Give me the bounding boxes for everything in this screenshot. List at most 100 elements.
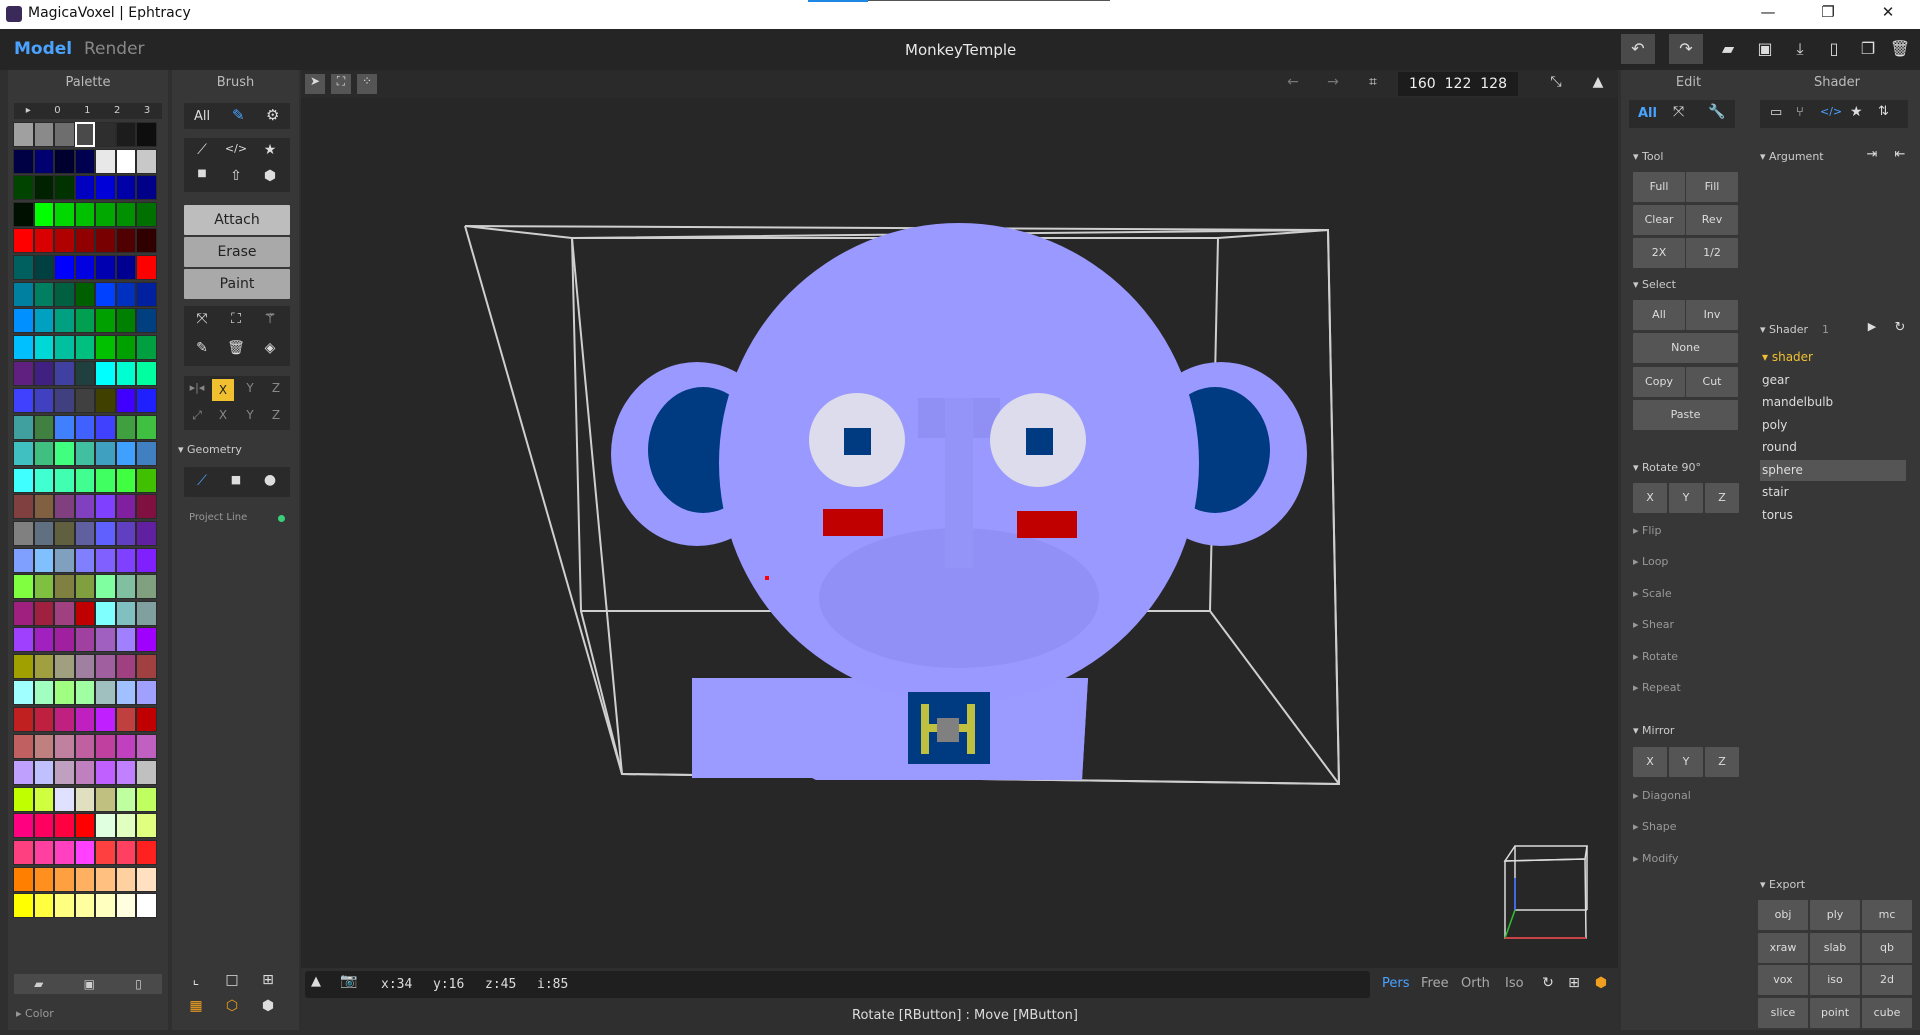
mirror-z-button[interactable]: Z — [1705, 747, 1739, 777]
palette-swatch[interactable] — [13, 893, 34, 919]
cursor-icon[interactable]: ➤ — [305, 74, 325, 94]
undo-button[interactable]: ↶ — [1621, 34, 1655, 64]
palette-swatch[interactable] — [13, 254, 34, 280]
scale-axis-icon[interactable]: ⤢ — [186, 408, 208, 423]
palette-swatch[interactable] — [33, 441, 54, 467]
line-brush-icon[interactable]: ⟋ — [190, 142, 214, 158]
palette-swatch[interactable] — [54, 733, 75, 759]
palette-swatch[interactable] — [33, 866, 54, 892]
cube-view-icon[interactable]: ⬢ — [1591, 975, 1611, 991]
shader-count[interactable]: 1 — [1822, 323, 1829, 336]
palette-swatch[interactable] — [136, 813, 157, 839]
shader-section-toggle[interactable]: ▾ Shader — [1760, 323, 1808, 336]
palette-swatch[interactable] — [74, 334, 95, 360]
open-folder-icon[interactable]: ▰ — [1711, 34, 1745, 64]
palette-swatch[interactable] — [33, 840, 54, 866]
palette-swatch[interactable] — [95, 201, 116, 227]
view-orth-button[interactable]: Orth — [1461, 976, 1490, 991]
shader-reset-icon[interactable]: ↻ — [1890, 320, 1910, 335]
palette-swatch[interactable] — [136, 707, 157, 733]
palette-swatch[interactable] — [33, 893, 54, 919]
palette-swatch[interactable] — [54, 547, 75, 573]
palette-swatch[interactable] — [95, 467, 116, 493]
palette-swatch[interactable] — [115, 334, 136, 360]
palette-swatch[interactable] — [54, 148, 75, 174]
palette-swatch[interactable] — [54, 441, 75, 467]
tool-rev-button[interactable]: Rev — [1686, 205, 1738, 235]
palette-swatch[interactable] — [95, 387, 116, 413]
shape-section-toggle[interactable]: ▸ Shape — [1633, 820, 1676, 833]
argument-export-icon[interactable]: ⇤ — [1890, 147, 1910, 162]
palette-swatch[interactable] — [74, 175, 95, 201]
palette-swatch[interactable] — [13, 387, 34, 413]
palette-swatch[interactable] — [136, 414, 157, 440]
palette-swatch[interactable] — [13, 441, 34, 467]
palette-swatch[interactable] — [13, 547, 34, 573]
palette-swatch[interactable] — [74, 281, 95, 307]
shader-item-shader[interactable]: ▾ shader — [1760, 347, 1906, 368]
palette-swatch[interactable] — [136, 254, 157, 280]
palette-swatch[interactable] — [95, 547, 116, 573]
palette-swatch[interactable] — [115, 494, 136, 520]
palette-swatch[interactable] — [54, 813, 75, 839]
palette-swatch[interactable] — [95, 786, 116, 812]
palette-swatch[interactable] — [74, 467, 95, 493]
cut-button[interactable]: Cut — [1686, 367, 1738, 397]
shader-item-torus[interactable]: torus — [1760, 505, 1906, 526]
export-qb-button[interactable]: qb — [1862, 932, 1912, 963]
palette-swatch[interactable] — [136, 228, 157, 254]
copy-file-icon[interactable]: ❐ — [1851, 34, 1885, 64]
palette-swatch[interactable] — [136, 840, 157, 866]
palette-swatch[interactable] — [136, 201, 157, 227]
palette-swatch[interactable] — [115, 281, 136, 307]
export-iso-button[interactable]: iso — [1810, 965, 1860, 995]
minimize-button[interactable]: — — [1748, 3, 1788, 25]
attach-button[interactable]: Attach — [184, 205, 290, 235]
palette-swatch[interactable] — [54, 680, 75, 706]
select-inv-button[interactable]: Inv — [1686, 300, 1738, 330]
palette-swatch[interactable] — [33, 786, 54, 812]
edit-transform-icon[interactable]: ⤧ — [1673, 104, 1684, 120]
palette-swatch[interactable] — [54, 361, 75, 387]
view-free-button[interactable]: Free — [1421, 976, 1449, 991]
flip-section-toggle[interactable]: ▸ Flip — [1633, 524, 1661, 537]
shader-item-round[interactable]: round — [1760, 437, 1906, 458]
palette-swatch[interactable] — [136, 467, 157, 493]
shader-tree-icon[interactable]: ⑂ — [1796, 105, 1804, 120]
palette-swatch[interactable] — [54, 334, 75, 360]
loop-section-toggle[interactable]: ▸ Loop — [1633, 555, 1668, 568]
palette-page-arrow[interactable]: ▸ — [26, 103, 31, 119]
select-region-icon[interactable]: ⛶ — [224, 311, 248, 327]
export-slice-button[interactable]: slice — [1758, 997, 1808, 1028]
palette-swatch[interactable] — [54, 600, 75, 626]
palette-swatch[interactable] — [33, 414, 54, 440]
palette-swatch[interactable] — [136, 600, 157, 626]
voxel-brush-icon[interactable]: ■ — [190, 168, 214, 179]
palette-swatch[interactable] — [115, 627, 136, 653]
palette-swatch[interactable] — [136, 733, 157, 759]
palette-swatch[interactable] — [115, 866, 136, 892]
diagonal-section-toggle[interactable]: ▸ Diagonal — [1633, 789, 1691, 802]
arrow-left-icon[interactable]: ← — [1281, 74, 1305, 90]
palette-page-1[interactable]: 1 — [84, 103, 90, 119]
delete-file-icon[interactable]: 🗑 — [1883, 34, 1917, 64]
palette-swatch[interactable] — [95, 733, 116, 759]
palette-swatch[interactable] — [136, 574, 157, 600]
palette-swatch[interactable] — [54, 175, 75, 201]
save-as-icon[interactable]: ⤓ — [1783, 34, 1817, 64]
palette-swatch[interactable] — [13, 840, 34, 866]
fill-bucket-icon[interactable]: ◈ — [258, 340, 282, 356]
rotate-view-icon[interactable]: ↻ — [1538, 975, 1558, 991]
palette-swatch[interactable] — [95, 441, 116, 467]
export-cube-button[interactable]: cube — [1862, 997, 1912, 1028]
palette-swatch[interactable] — [115, 600, 136, 626]
palette-swatch[interactable] — [33, 494, 54, 520]
rotate-y-button[interactable]: Y — [1669, 483, 1703, 513]
mirror-axis-icon[interactable]: ▸|◂ — [186, 381, 208, 394]
palette-swatch[interactable] — [115, 148, 136, 174]
marquee-icon[interactable]: ⛶ — [331, 74, 351, 94]
edit-all-button[interactable]: All — [1638, 106, 1657, 121]
color-section-toggle[interactable]: ▸ Color — [16, 1007, 54, 1020]
view-cube-icon[interactable]: ⬡ — [220, 998, 244, 1014]
palette-save-icon[interactable]: ▣ — [84, 974, 95, 994]
